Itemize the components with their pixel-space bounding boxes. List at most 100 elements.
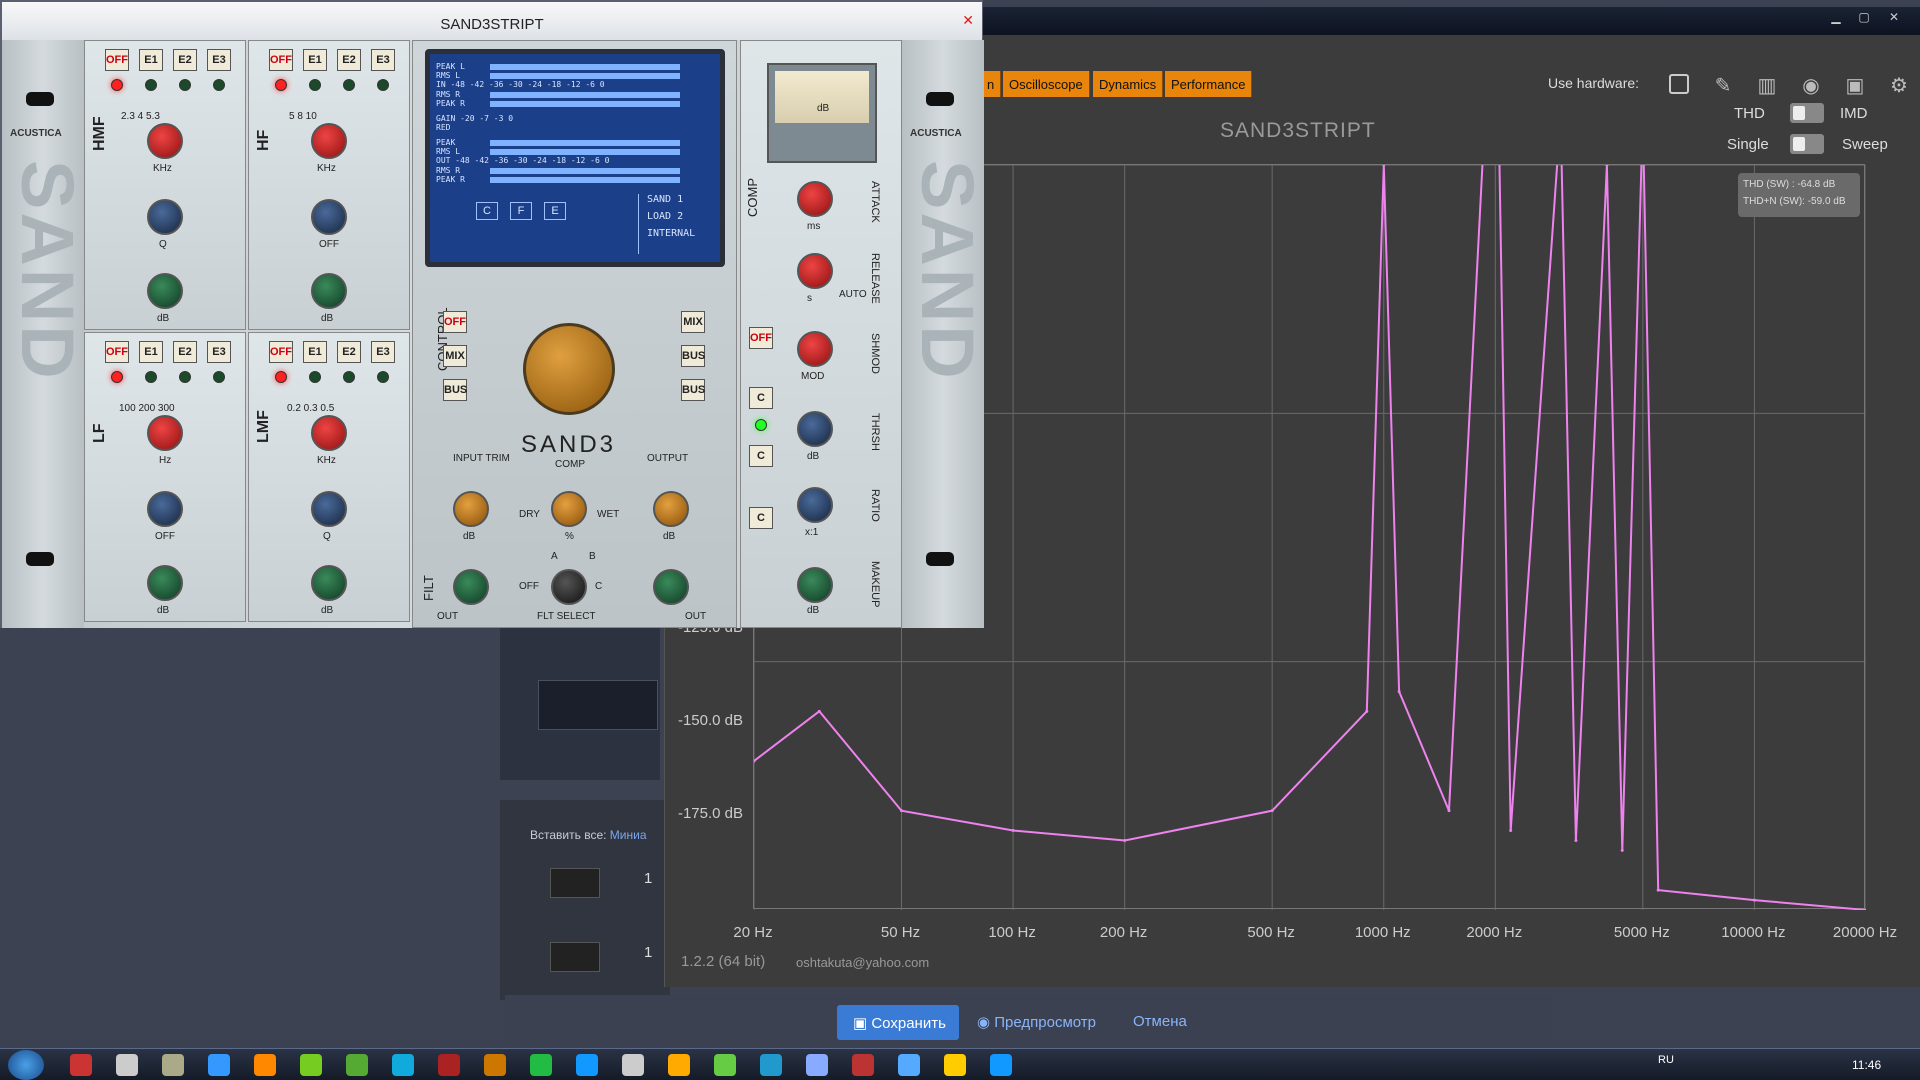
notes-icon[interactable]: ✎ [1711,73,1735,97]
off-button[interactable]: OFF [269,341,293,363]
camera-icon[interactable]: ▣ [1843,73,1867,97]
e1-button[interactable]: E1 [139,341,163,363]
bw-knob[interactable] [147,199,183,235]
e3-button[interactable]: E3 [371,341,395,363]
hpf-knob[interactable] [453,569,489,605]
lcd-row-label: RMS R [436,90,461,99]
start-button[interactable] [8,1050,44,1080]
app-icon[interactable] [898,1054,920,1076]
comp-mode-button[interactable]: C [749,387,773,409]
app-icon[interactable] [530,1054,552,1076]
bw-knob[interactable] [311,491,347,527]
e3-button[interactable]: E3 [371,49,395,71]
insert-all-option[interactable]: Миниа [610,828,647,842]
chrome-icon[interactable] [944,1054,966,1076]
tab-partial[interactable]: n [981,71,1002,97]
eye-icon[interactable]: ◉ [1799,73,1823,97]
app-icon[interactable] [760,1054,782,1076]
app-icon[interactable] [254,1054,276,1076]
skype-icon[interactable] [990,1054,1012,1076]
threshold-knob[interactable] [797,411,833,447]
maximize-icon[interactable]: ▢ [1853,10,1875,26]
app-icon[interactable] [162,1054,184,1076]
bw-knob[interactable] [147,491,183,527]
app-icon[interactable] [622,1054,644,1076]
mix-button[interactable]: MIX [443,345,467,367]
tab-oscilloscope[interactable]: Oscilloscope [1003,71,1090,97]
comp-off-button[interactable]: OFF [749,327,773,349]
skype-icon[interactable] [576,1054,598,1076]
off-button[interactable]: OFF [105,341,129,363]
comp-mode-button[interactable]: C [749,445,773,467]
single-sweep-toggle[interactable] [1790,134,1824,154]
off-button[interactable]: OFF [443,311,467,333]
thd-imd-toggle[interactable] [1790,103,1824,123]
book-icon[interactable]: ▥ [1755,73,1779,97]
ratio-knob[interactable] [797,487,833,523]
minimize-icon[interactable]: ▁ [1825,10,1847,26]
close-icon[interactable]: ✕ [962,12,974,29]
off-button[interactable]: OFF [269,49,293,71]
image-thumbnail[interactable] [550,868,600,898]
input-trim-knob[interactable] [453,491,489,527]
freq-knob[interactable] [147,123,183,159]
app-icon[interactable] [346,1054,368,1076]
app-icon[interactable] [208,1054,230,1076]
cancel-link[interactable]: Отмена [1133,1013,1187,1030]
tab-performance[interactable]: Performance [1165,71,1253,97]
clock[interactable]: 11:46 [1852,1058,1881,1072]
gain-knob[interactable] [147,565,183,601]
gear-icon[interactable]: ⚙ [1887,73,1911,97]
makeup-knob[interactable] [797,567,833,603]
shmod-knob[interactable] [797,331,833,367]
tab-dynamics[interactable]: Dynamics [1093,71,1164,97]
app-icon[interactable] [438,1054,460,1076]
model-select-knob[interactable] [523,323,615,415]
bus-right-button[interactable]: BUS [681,379,705,401]
filter-select-knob[interactable] [551,569,587,605]
bus-button[interactable]: BUS [443,379,467,401]
app-icon[interactable] [116,1054,138,1076]
app-icon[interactable] [852,1054,874,1076]
comp-mode-button[interactable]: C [749,507,773,529]
use-hardware-checkbox[interactable] [1669,74,1689,94]
gain-knob[interactable] [311,565,347,601]
attack-knob[interactable] [797,181,833,217]
brand-logo: ACUSTICA [10,128,62,139]
lpf-knob[interactable] [653,569,689,605]
e3-button[interactable]: E3 [207,49,231,71]
freq-knob[interactable] [311,415,347,451]
bw-knob[interactable] [311,199,347,235]
app-icon[interactable] [300,1054,322,1076]
mix-right-button[interactable]: MIX [681,311,705,333]
freq-knob[interactable] [311,123,347,159]
release-knob[interactable] [797,253,833,289]
gain-knob[interactable] [311,273,347,309]
e2-button[interactable]: E2 [337,341,361,363]
gain-knob[interactable] [147,273,183,309]
app-icon[interactable] [392,1054,414,1076]
screenshot-thumbnail[interactable] [538,680,658,730]
app-icon[interactable] [668,1054,690,1076]
output-knob[interactable] [653,491,689,527]
e1-button[interactable]: E1 [303,49,327,71]
e3-button[interactable]: E3 [207,341,231,363]
e2-button[interactable]: E2 [337,49,361,71]
off-button[interactable]: OFF [105,49,129,71]
preview-link[interactable]: ◉ Предпросмотр [977,1013,1096,1031]
e1-button[interactable]: E1 [139,49,163,71]
close-icon[interactable]: ✕ [1883,10,1905,26]
e2-button[interactable]: E2 [173,49,197,71]
app-icon[interactable] [70,1054,92,1076]
e2-button[interactable]: E2 [173,341,197,363]
image-thumbnail[interactable] [550,942,600,972]
language-indicator[interactable]: RU [1658,1054,1674,1066]
bus-right-button[interactable]: BUS [681,345,705,367]
save-button[interactable]: ▣ Сохранить [837,1005,959,1040]
e1-button[interactable]: E1 [303,341,327,363]
app-icon[interactable] [806,1054,828,1076]
app-icon[interactable] [484,1054,506,1076]
app-icon[interactable] [714,1054,736,1076]
freq-knob[interactable] [147,415,183,451]
comp-mix-knob[interactable] [551,491,587,527]
